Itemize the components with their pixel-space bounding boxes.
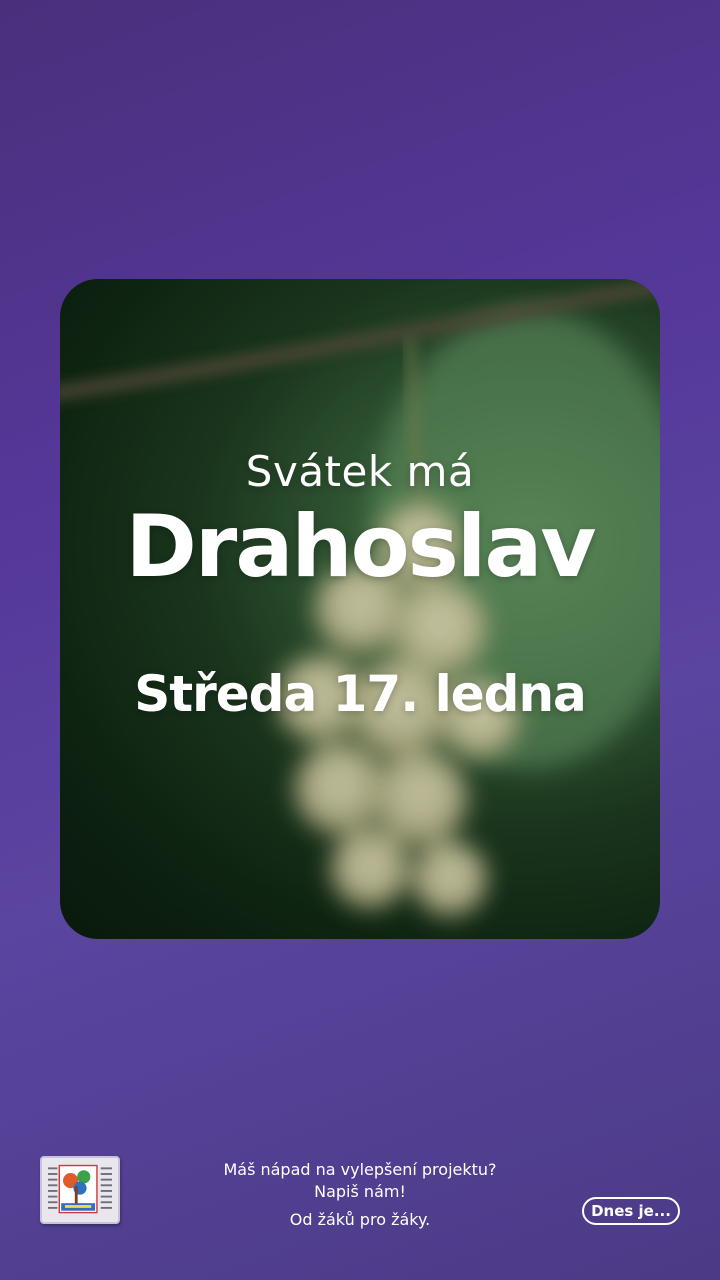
school-newspaper-logo-icon[interactable] [40,1156,120,1224]
nameday-date: Středa 17. ledna [134,665,587,723]
nameday-card: Svátek má Drahoslav Středa 17. ledna [60,279,660,939]
nameday-name: Drahoslav [125,497,597,597]
footer-tagline: Od žáků pro žáky. [289,1210,431,1229]
feedback-question: Máš nápad na vylepšení projektu? [223,1160,497,1179]
card-subtitle: Svátek má [245,447,475,496]
newspaper-logo-graphic [48,1164,112,1214]
today-button[interactable]: Dnes je... [582,1197,680,1225]
currant-photo [60,279,660,939]
feedback-cta[interactable]: Napiš nám! [180,1181,540,1203]
